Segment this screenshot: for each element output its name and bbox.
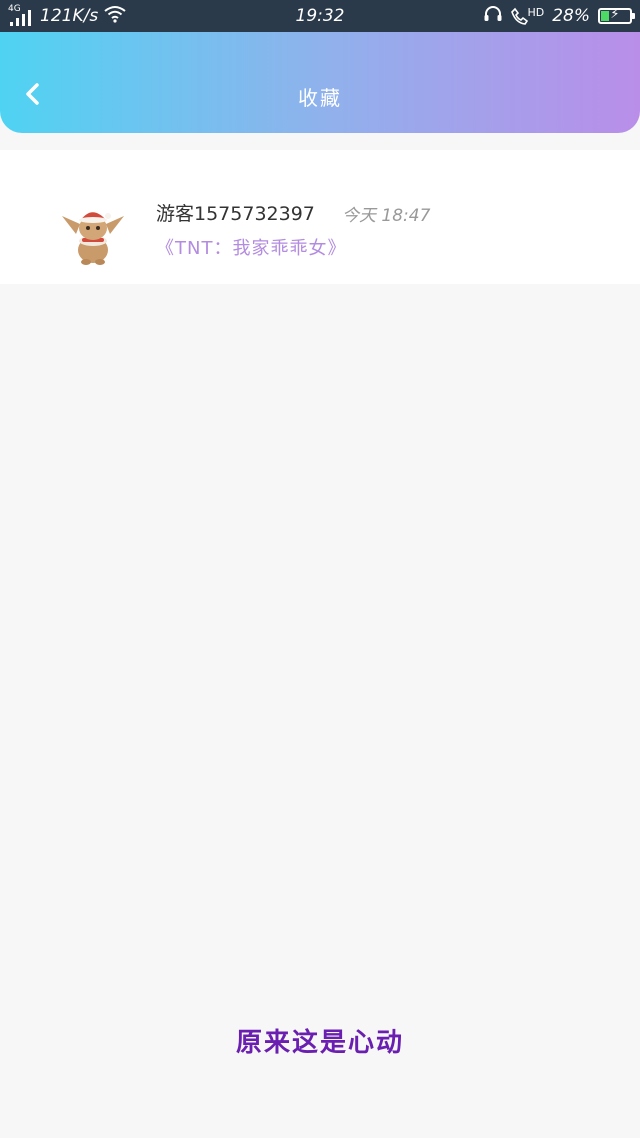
- call-badge: HD: [527, 5, 545, 19]
- favorite-title[interactable]: 《TNT：我家乖乖女》: [156, 234, 346, 260]
- battery-text: 28%: [552, 6, 590, 26]
- headphones-icon: [483, 5, 503, 28]
- favorite-item[interactable]: 游客1575732397 ... 今天 18:47 《TNT：我家乖乖女》: [0, 150, 640, 284]
- battery-charging-icon: ⚡: [598, 7, 635, 24]
- favorite-time: 今天 18:47: [342, 206, 431, 226]
- page-title: 收藏: [298, 86, 342, 110]
- status-bar: 4G 121K/s 19:32 HD 28% ⚡: [0, 0, 640, 32]
- avatar[interactable]: [56, 194, 130, 268]
- favorite-user-name: 游客1575732397 ...: [156, 203, 320, 225]
- status-right: HD 28% ⚡: [483, 4, 635, 28]
- app-header: 收藏: [0, 32, 640, 133]
- phone-hd-icon: HD: [511, 5, 545, 25]
- watermark-caption: 原来这是心动: [235, 1028, 404, 1058]
